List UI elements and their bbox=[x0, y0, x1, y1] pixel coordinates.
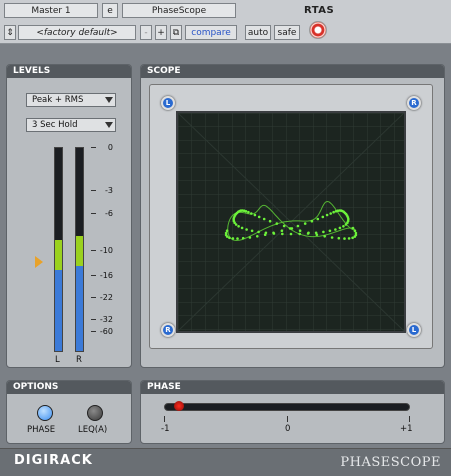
phase-panel: PHASE -1 0 +1 bbox=[140, 380, 445, 444]
phase-indicator bbox=[174, 401, 185, 411]
compare-button[interactable]: compare bbox=[185, 25, 237, 40]
left-meter-fill bbox=[55, 240, 62, 351]
phase-min-label: -1 bbox=[161, 424, 170, 434]
scope-display bbox=[176, 111, 406, 333]
phase-toggle[interactable] bbox=[37, 405, 53, 421]
corner-r-icon: R bbox=[407, 96, 421, 110]
levels-panel: LEVELS Peak + RMS 3 Sec Hold 0 -3 -6 -10 -16… bbox=[6, 64, 132, 368]
corner-l-icon: L bbox=[161, 96, 175, 110]
preset-selector[interactable]: <factory default> bbox=[18, 25, 136, 40]
plugin-window: Master 1 e PhaseScope RTAS ⇕ <factory de… bbox=[0, 0, 451, 476]
chevron-down-icon bbox=[105, 122, 113, 128]
auto-button[interactable]: auto bbox=[245, 25, 271, 40]
plugin-body: LEVELS Peak + RMS 3 Sec Hold 0 -3 -6 -10 -16… bbox=[0, 44, 451, 476]
level-scale-mark bbox=[91, 147, 96, 148]
level-scale-tick: -10 bbox=[99, 246, 113, 255]
scope-bezel: L R R L bbox=[149, 84, 433, 349]
peak-marker-icon[interactable] bbox=[35, 256, 43, 268]
plus-icon: + bbox=[157, 27, 165, 38]
phase-meter bbox=[164, 401, 410, 411]
copy-settings-button[interactable]: ⧉ bbox=[170, 25, 182, 40]
safe-label: safe bbox=[277, 27, 297, 38]
preset-minus-button[interactable]: - bbox=[140, 25, 152, 40]
track-name-selector[interactable]: Master 1 bbox=[4, 3, 98, 18]
scope-title: SCOPE bbox=[141, 65, 444, 78]
minus-icon: - bbox=[144, 27, 148, 38]
power-icon[interactable] bbox=[309, 21, 327, 39]
preset-plus-button[interactable]: + bbox=[155, 25, 167, 40]
phase-title: PHASE bbox=[141, 381, 444, 394]
phasescope-logo: PHASESCOPE bbox=[340, 455, 441, 470]
safe-button[interactable]: safe bbox=[274, 25, 300, 40]
level-scale-tick: -60 bbox=[99, 327, 113, 336]
right-channel-label: R bbox=[76, 355, 82, 365]
left-level-meter bbox=[54, 147, 63, 352]
level-scale-mark bbox=[91, 213, 96, 214]
options-panel: OPTIONS PHASE LEQ(A) bbox=[6, 380, 132, 444]
level-scale-tick: -32 bbox=[99, 315, 113, 324]
phase-toggle-label: PHASE bbox=[27, 425, 56, 435]
compare-label: compare bbox=[191, 27, 231, 38]
level-scale-mark bbox=[91, 331, 96, 332]
scope-panel: SCOPE L R R L bbox=[140, 64, 445, 368]
copy-icon: ⧉ bbox=[172, 27, 180, 38]
meter-mode-dropdown[interactable]: Peak + RMS bbox=[26, 93, 116, 107]
insert-slot: e bbox=[107, 5, 113, 16]
track-name: Master 1 bbox=[31, 5, 71, 16]
phase-ticks bbox=[164, 416, 410, 422]
right-meter-fill bbox=[76, 236, 83, 351]
peak-hold-dropdown[interactable]: 3 Sec Hold bbox=[26, 118, 116, 132]
level-scale-mark bbox=[91, 297, 96, 298]
level-scale-mark bbox=[91, 190, 96, 191]
preset-name: <factory default> bbox=[36, 27, 118, 38]
chevron-down-icon bbox=[105, 97, 113, 103]
level-scale-mark bbox=[91, 319, 96, 320]
host-header: Master 1 e PhaseScope RTAS ⇕ <factory de… bbox=[0, 0, 451, 44]
level-scale-tick: 0 bbox=[107, 143, 113, 152]
leq-toggle[interactable] bbox=[87, 405, 103, 421]
preset-stepper[interactable]: ⇕ bbox=[4, 25, 16, 40]
preset-stepper-icon: ⇕ bbox=[6, 27, 14, 38]
options-title: OPTIONS bbox=[7, 381, 131, 394]
phase-max-label: +1 bbox=[400, 424, 413, 434]
format-label: RTAS bbox=[304, 5, 335, 16]
level-scale-tick: -16 bbox=[99, 271, 113, 280]
peak-hold-value: 3 Sec Hold bbox=[32, 120, 78, 130]
auto-label: auto bbox=[247, 27, 269, 38]
leq-toggle-label: LEQ(A) bbox=[78, 425, 108, 435]
level-scale-tick: -3 bbox=[105, 186, 113, 195]
digirack-logo: DIGIRACK bbox=[14, 453, 93, 468]
plugin-name: PhaseScope bbox=[151, 5, 207, 16]
plugin-selector[interactable]: PhaseScope bbox=[122, 3, 236, 18]
level-scale-tick: -6 bbox=[105, 209, 113, 218]
level-scale-mark bbox=[91, 275, 96, 276]
meter-mode-value: Peak + RMS bbox=[32, 95, 84, 105]
levels-title: LEVELS bbox=[7, 65, 131, 78]
level-scale-tick: -22 bbox=[99, 293, 113, 302]
plugin-footer: DIGIRACK PHASESCOPE bbox=[0, 448, 451, 476]
insert-slot-selector[interactable]: e bbox=[102, 3, 118, 18]
corner-r-icon: R bbox=[161, 323, 175, 337]
phase-mid-label: 0 bbox=[285, 424, 291, 434]
corner-l-icon: L bbox=[407, 323, 421, 337]
left-channel-label: L bbox=[55, 355, 60, 365]
scope-graph bbox=[177, 112, 405, 332]
level-scale-mark bbox=[91, 250, 96, 251]
